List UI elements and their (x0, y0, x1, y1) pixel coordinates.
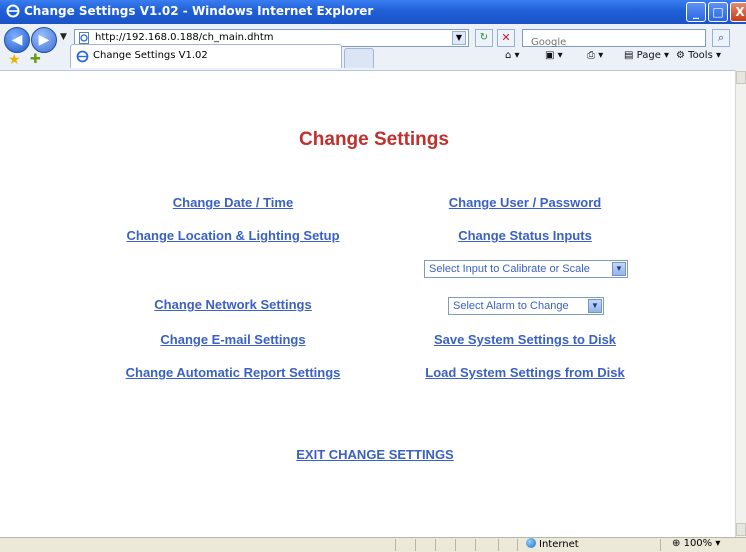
feeds-button[interactable]: ▣ ▾ (545, 50, 563, 61)
tools-menu[interactable]: ⚙ Tools ▾ (676, 50, 721, 61)
change-user-password-link[interactable]: Change User / Password (449, 195, 601, 210)
change-date-time-link[interactable]: Change Date / Time (173, 195, 293, 210)
tools-menu-label: Tools ▾ (688, 50, 721, 61)
status-divider (415, 539, 416, 551)
change-location-lighting-link[interactable]: Change Location & Lighting Setup (126, 228, 339, 243)
status-divider (660, 539, 661, 551)
stop-button[interactable]: ✕ (497, 29, 515, 47)
status-divider (435, 539, 436, 551)
home-icon: ⌂ (505, 50, 512, 61)
maximize-button[interactable]: □ (708, 2, 728, 22)
calibrate-select-value: Select Input to Calibrate or Scale (429, 263, 590, 275)
feeds-icon: ▣ (545, 50, 555, 61)
gear-icon: ⚙ (676, 50, 685, 61)
chevron-down-icon[interactable]: ▼ (588, 299, 602, 313)
search-input[interactable] (531, 35, 701, 50)
print-dropdown-label: ▾ (598, 50, 604, 61)
page-menu-label: Page ▾ (636, 50, 670, 61)
status-bar: Internet ⊕ 100% ▾ (0, 537, 746, 552)
change-status-inputs-link[interactable]: Change Status Inputs (458, 228, 592, 243)
alarm-select[interactable]: Select Alarm to Change ▼ (448, 297, 604, 315)
save-settings-to-disk-link[interactable]: Save System Settings to Disk (434, 332, 616, 347)
page-icon: ▤ (624, 50, 634, 61)
print-button[interactable]: ⎙ ▾ (587, 50, 603, 61)
new-tab-button[interactable] (344, 48, 374, 68)
zoom-icon: ⊕ (672, 538, 681, 549)
security-zone[interactable]: Internet (526, 538, 579, 550)
refresh-button[interactable]: ↻ (475, 29, 493, 47)
forward-button[interactable]: ▶ (31, 27, 57, 53)
alarm-select-value: Select Alarm to Change (453, 300, 569, 312)
recent-pages-dropdown-icon[interactable]: ▼ (60, 32, 67, 42)
tab-change-settings[interactable]: Change Settings V1.02 (70, 44, 342, 68)
change-automatic-report-link[interactable]: Change Automatic Report Settings (126, 365, 341, 380)
internet-explorer-icon (6, 4, 20, 18)
scroll-down-button[interactable] (736, 523, 746, 536)
add-favorites-icon[interactable]: ✚ (30, 52, 41, 67)
status-divider (498, 539, 499, 551)
back-button[interactable]: ◀ (4, 27, 30, 53)
load-settings-from-disk-link[interactable]: Load System Settings from Disk (425, 365, 624, 380)
calibrate-input-select[interactable]: Select Input to Calibrate or Scale ▼ (424, 260, 628, 278)
favorites-star-icon[interactable]: ★ (8, 52, 21, 68)
internet-explorer-icon (76, 50, 89, 63)
globe-icon (526, 538, 536, 548)
print-icon: ⎙ (587, 50, 595, 61)
home-button[interactable]: ⌂ ▾ (505, 50, 520, 61)
minimize-button[interactable]: _ (686, 2, 706, 22)
zoom-level: 100% (683, 538, 713, 549)
close-button[interactable]: X (730, 2, 746, 22)
window-title-bar[interactable]: Change Settings V1.02 - Windows Internet… (0, 0, 746, 24)
home-dropdown-label: ▾ (514, 50, 520, 61)
tab-label: Change Settings V1.02 (93, 50, 208, 61)
chevron-down-icon[interactable]: ▼ (612, 262, 626, 276)
page-menu[interactable]: ▤ Page ▾ (624, 50, 669, 61)
page-title: Change Settings (299, 129, 449, 150)
page-icon (79, 32, 89, 44)
status-divider (517, 539, 518, 551)
status-divider (455, 539, 456, 551)
scroll-up-button[interactable] (736, 71, 746, 84)
status-divider (395, 539, 396, 551)
search-box[interactable] (522, 29, 706, 50)
url-text: http://192.168.0.188/ch_main.dhtm (95, 32, 274, 43)
address-dropdown-icon[interactable]: ▼ (452, 31, 466, 45)
vertical-scrollbar[interactable] (735, 70, 746, 537)
status-divider (475, 539, 476, 551)
feeds-dropdown-label: ▾ (557, 50, 563, 61)
zone-label: Internet (539, 539, 579, 550)
exit-change-settings-link[interactable]: EXIT CHANGE SETTINGS (296, 447, 453, 462)
change-email-settings-link[interactable]: Change E-mail Settings (160, 332, 305, 347)
zoom-control[interactable]: ⊕ 100% ▾ (672, 538, 720, 549)
search-icon[interactable]: ⌕ (712, 29, 730, 47)
page-content: Change Settings Change Date / Time Chang… (0, 70, 735, 538)
window-title: Change Settings V1.02 - Windows Internet… (24, 4, 374, 18)
change-network-settings-link[interactable]: Change Network Settings (154, 297, 311, 312)
